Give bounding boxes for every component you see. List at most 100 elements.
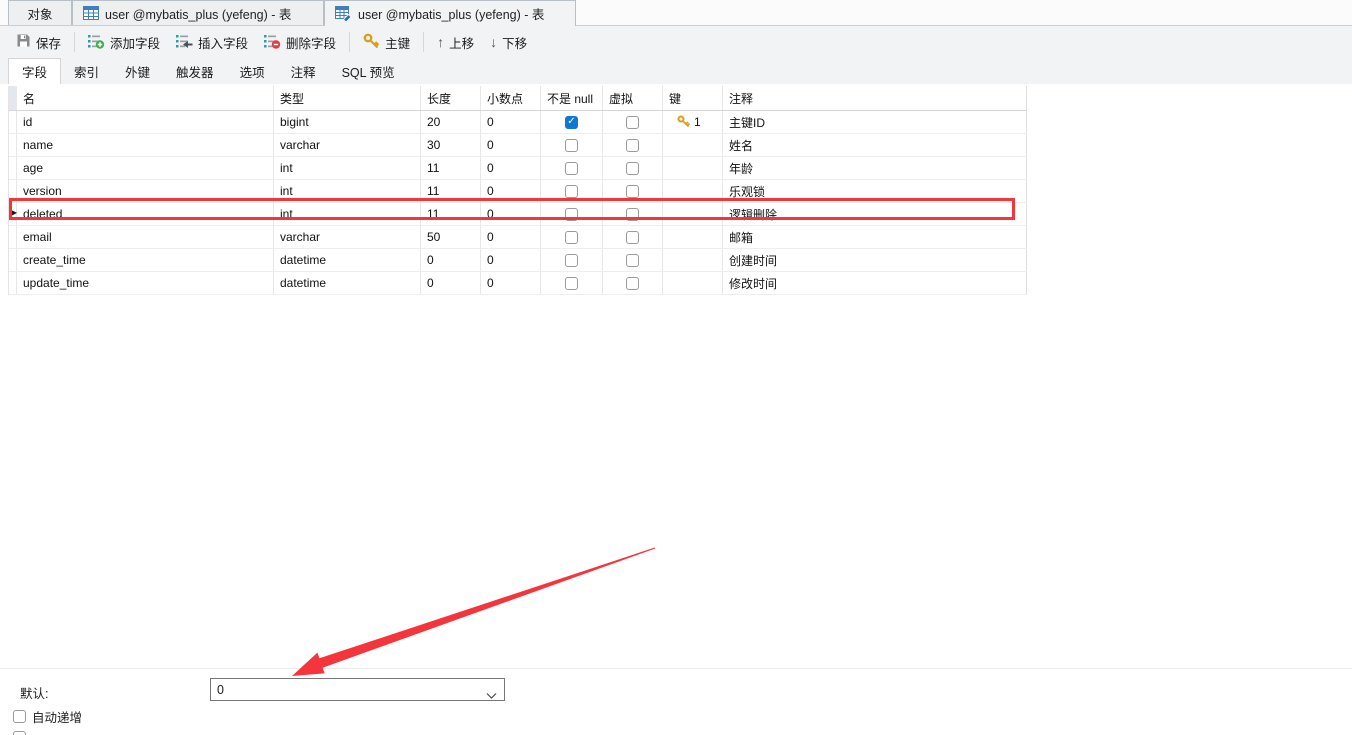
tab-foreign-keys[interactable]: 外键	[112, 58, 163, 84]
cell-length[interactable]: 11	[421, 157, 481, 179]
cell-name[interactable]: age	[17, 157, 274, 179]
cell-decimals[interactable]: 0	[481, 134, 541, 156]
move-up-button[interactable]: ↑ 上移	[429, 29, 482, 55]
cell-decimals[interactable]: 0	[481, 249, 541, 271]
virtual-checkbox[interactable]	[626, 207, 639, 221]
cell-type[interactable]: int	[274, 180, 421, 202]
cell-key[interactable]	[663, 249, 723, 271]
cell-key[interactable]	[663, 226, 723, 248]
virtual-checkbox[interactable]	[626, 115, 639, 129]
tab-comment[interactable]: 注释	[278, 58, 329, 84]
field-row-email[interactable]: email varchar 50 0 邮箱	[9, 226, 1027, 249]
cell-comment[interactable]: 乐观锁	[723, 180, 1027, 202]
virtual-checkbox[interactable]	[626, 138, 639, 152]
field-row-deleted[interactable]: ▶ deleted int 11 0 逻辑删除	[9, 203, 1027, 226]
cell-name[interactable]: name	[17, 134, 274, 156]
cell-type[interactable]: varchar	[274, 226, 421, 248]
cell-length[interactable]: 30	[421, 134, 481, 156]
delete-field-button[interactable]: 删除字段	[256, 29, 344, 55]
field-row-version[interactable]: version int 11 0 乐观锁	[9, 180, 1027, 203]
cell-length[interactable]: 0	[421, 272, 481, 294]
row-gutter[interactable]	[9, 249, 17, 271]
cell-comment[interactable]: 创建时间	[723, 249, 1027, 271]
cell-comment[interactable]: 姓名	[723, 134, 1027, 156]
cell-name[interactable]: id	[17, 111, 274, 133]
tab-options[interactable]: 选项	[227, 58, 278, 84]
not-null-checkbox[interactable]	[565, 184, 578, 198]
cell-length[interactable]: 0	[421, 249, 481, 271]
cell-comment[interactable]: 修改时间	[723, 272, 1027, 294]
virtual-checkbox[interactable]	[626, 184, 639, 198]
not-null-checkbox[interactable]	[565, 253, 578, 267]
auto-increment-checkbox[interactable]	[13, 710, 26, 723]
cell-length[interactable]: 20	[421, 111, 481, 133]
cell-type[interactable]: bigint	[274, 111, 421, 133]
cell-decimals[interactable]: 0	[481, 180, 541, 202]
virtual-checkbox[interactable]	[626, 253, 639, 267]
row-gutter[interactable]	[9, 157, 17, 179]
field-row-create-time[interactable]: create_time datetime 0 0 创建时间	[9, 249, 1027, 272]
add-field-button[interactable]: 添加字段	[80, 29, 168, 55]
save-label: 保存	[36, 36, 62, 51]
field-row-id[interactable]: id bigint 20 0 ✓ 1 主键ID	[9, 111, 1027, 134]
cell-name[interactable]: email	[17, 226, 274, 248]
cell-length[interactable]: 11	[421, 180, 481, 202]
field-row-update-time[interactable]: update_time datetime 0 0 修改时间	[9, 272, 1027, 295]
cell-comment[interactable]: 主键ID	[723, 111, 1027, 133]
field-row-age[interactable]: age int 11 0 年龄	[9, 157, 1027, 180]
cell-comment[interactable]: 邮箱	[723, 226, 1027, 248]
tab-fields[interactable]: 字段	[8, 58, 62, 84]
row-gutter[interactable]	[9, 111, 17, 133]
cell-type[interactable]: datetime	[274, 272, 421, 294]
cell-key[interactable]	[663, 157, 723, 179]
cell-name[interactable]: create_time	[17, 249, 274, 271]
cell-decimals[interactable]: 0	[481, 272, 541, 294]
cell-key[interactable]: 1	[663, 111, 723, 133]
cell-comment[interactable]: 逻辑删除	[723, 203, 1027, 225]
cell-decimals[interactable]: 0	[481, 111, 541, 133]
virtual-checkbox[interactable]	[626, 276, 639, 290]
tab-sql-preview[interactable]: SQL 预览	[329, 58, 408, 84]
cell-key[interactable]	[663, 180, 723, 202]
cell-decimals[interactable]: 0	[481, 203, 541, 225]
cell-decimals[interactable]: 0	[481, 157, 541, 179]
tab-table-design[interactable]: user @mybatis_plus (yefeng) - 表	[324, 0, 576, 26]
row-gutter[interactable]	[9, 134, 17, 156]
cell-key[interactable]	[663, 272, 723, 294]
not-null-checkbox[interactable]	[565, 161, 578, 175]
cell-decimals[interactable]: 0	[481, 226, 541, 248]
virtual-checkbox[interactable]	[626, 161, 639, 175]
cell-name[interactable]: deleted	[17, 203, 274, 225]
tab-triggers[interactable]: 触发器	[163, 58, 227, 84]
not-null-checkbox[interactable]	[565, 207, 578, 221]
cell-type[interactable]: int	[274, 157, 421, 179]
row-gutter[interactable]	[9, 180, 17, 202]
move-down-button[interactable]: ↓ 下移	[482, 29, 535, 55]
cell-type[interactable]: varchar	[274, 134, 421, 156]
tab-table-view[interactable]: user @mybatis_plus (yefeng) - 表	[72, 0, 324, 25]
field-row-name[interactable]: name varchar 30 0 姓名	[9, 134, 1027, 157]
row-gutter[interactable]	[9, 272, 17, 294]
cell-name[interactable]: update_time	[17, 272, 274, 294]
not-null-checkbox[interactable]	[565, 230, 578, 244]
tab-indexes[interactable]: 索引	[61, 58, 112, 84]
cell-key[interactable]	[663, 134, 723, 156]
tab-objects[interactable]: 对象	[8, 0, 72, 25]
primary-key-button[interactable]: 主键	[355, 29, 418, 55]
cell-type[interactable]: datetime	[274, 249, 421, 271]
cell-type[interactable]: int	[274, 203, 421, 225]
default-value-dropdown[interactable]: 0	[210, 678, 505, 701]
virtual-checkbox[interactable]	[626, 230, 639, 244]
insert-field-button[interactable]: 插入字段	[168, 29, 256, 55]
save-button[interactable]: 保存	[8, 29, 69, 55]
not-null-checkbox[interactable]	[565, 138, 578, 152]
row-gutter[interactable]	[9, 226, 17, 248]
cell-key[interactable]	[663, 203, 723, 225]
cell-length[interactable]: 50	[421, 226, 481, 248]
cell-comment[interactable]: 年龄	[723, 157, 1027, 179]
cell-name[interactable]: version	[17, 180, 274, 202]
clipped-checkbox[interactable]	[13, 731, 26, 735]
cell-length[interactable]: 11	[421, 203, 481, 225]
not-null-checkbox-checked[interactable]: ✓	[565, 115, 578, 129]
not-null-checkbox[interactable]	[565, 276, 578, 290]
